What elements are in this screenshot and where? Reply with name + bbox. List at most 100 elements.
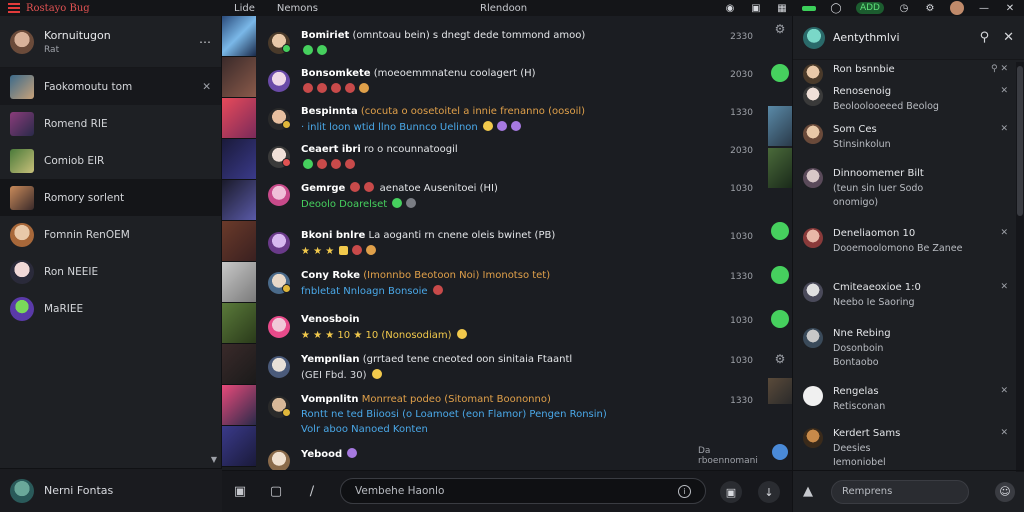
more-options-icon[interactable]: ⋯ xyxy=(199,35,211,49)
reaction-icon[interactable] xyxy=(347,448,358,458)
profile-avatar[interactable] xyxy=(10,29,34,54)
activity-item[interactable]: Renosenoig Beoloolooeeed Beolog ✕ xyxy=(803,86,1008,112)
lock-icon[interactable]: ▣ xyxy=(750,2,762,14)
activity-item[interactable]: Rengelas Retisconan ✕ xyxy=(803,386,1008,412)
conversation-item[interactable]: Ron NEEIE xyxy=(0,253,221,290)
link-icon[interactable]: ∕ xyxy=(294,484,330,499)
emoji-icon[interactable]: ☺ xyxy=(995,481,1015,502)
emoji-icon[interactable] xyxy=(510,121,521,131)
image-preview[interactable] xyxy=(768,106,792,146)
close-icon[interactable]: ✕ xyxy=(1000,282,1008,292)
conversation-item[interactable]: Romend RIE xyxy=(0,105,221,142)
reaction-icon[interactable] xyxy=(303,45,313,55)
reaction-icon[interactable] xyxy=(331,83,341,93)
settings-icon[interactable]: ⚙ xyxy=(924,2,936,14)
panel-reply-input[interactable]: Remprens xyxy=(831,479,969,504)
thumbnail[interactable] xyxy=(222,262,256,303)
grid-icon[interactable]: ▦ xyxy=(776,2,788,14)
image-preview[interactable] xyxy=(768,378,792,404)
reaction-icon[interactable] xyxy=(366,245,377,255)
close-icon[interactable]: ✕ xyxy=(1000,386,1008,396)
chat-message[interactable]: Gemrge aenatoe Ausenitoei (HI) Deoolo Do… xyxy=(268,182,763,210)
menu-item-1[interactable]: Lide xyxy=(234,3,255,14)
thumbnail[interactable] xyxy=(222,344,256,385)
thumbnail[interactable] xyxy=(222,139,256,180)
reaction-icon[interactable] xyxy=(359,83,369,93)
reaction-icon[interactable] xyxy=(392,198,403,208)
thumbnail[interactable] xyxy=(222,57,256,98)
search-icon[interactable]: ⚲ xyxy=(991,64,998,74)
message-input[interactable]: Vembehe Haonlo i xyxy=(340,478,706,504)
thumbnail[interactable] xyxy=(222,180,256,221)
camera-icon[interactable]: ▢ xyxy=(258,484,294,499)
thumbnail[interactable] xyxy=(222,385,256,426)
thumbnail[interactable] xyxy=(222,303,256,344)
reaction-icon[interactable] xyxy=(406,198,417,208)
reaction-icon[interactable] xyxy=(432,285,443,295)
chat-message[interactable]: Vompnlitn Monrreat podeo (Sitomant Boono… xyxy=(268,394,763,435)
panel-scrollbar[interactable] xyxy=(1016,62,1024,472)
activity-item[interactable]: Cmiteaeoxioe 1:0 Neebo Ie Saoring ✕ xyxy=(803,282,1008,308)
image-preview[interactable] xyxy=(768,148,792,188)
conversation-item[interactable]: Comiob EIR xyxy=(0,142,221,179)
sticker-icon[interactable]: ▣ xyxy=(720,481,742,503)
smile-emoji-icon[interactable] xyxy=(482,121,493,131)
status-ok-icon[interactable] xyxy=(771,222,789,240)
status-ok-icon[interactable] xyxy=(771,266,789,284)
globe-icon[interactable] xyxy=(772,444,788,460)
chat-message[interactable]: Ceaert ibri ro o ncounnatoogil 2030 xyxy=(268,144,763,171)
conversation-item-active[interactable]: Romory sorlent xyxy=(0,179,221,216)
add-pill-button[interactable]: ADD xyxy=(855,2,884,14)
activity-item[interactable]: Dinnoomemer Bilt (teun sin Iuer Sodo ono… xyxy=(803,168,1008,208)
thumbnail[interactable] xyxy=(222,426,256,467)
reaction-icon[interactable] xyxy=(317,45,327,55)
smile-emoji-icon[interactable] xyxy=(456,329,467,339)
activity-item[interactable]: Ron bsnnbie ⚲ ✕ xyxy=(803,64,1008,84)
activity-item[interactable]: Deneliaomon 10 Dooemoolomono Be Zanee ✕ xyxy=(803,228,1008,254)
attach-image-icon[interactable]: ▣ xyxy=(222,484,258,499)
chat-message[interactable]: Bkoni bnlre La aoganti rn cnene oleis bw… xyxy=(268,230,763,257)
close-window-icon[interactable]: ✕ xyxy=(1004,2,1016,14)
thumbnail[interactable] xyxy=(222,98,256,139)
reaction-icon[interactable] xyxy=(350,182,361,192)
scrollbar-thumb[interactable] xyxy=(1017,66,1023,216)
reaction-icon[interactable] xyxy=(303,159,313,169)
close-icon[interactable]: ✕ xyxy=(1000,124,1008,134)
conversation-item[interactable]: Fomnin RenOEM xyxy=(0,216,221,253)
close-icon[interactable]: ✕ xyxy=(1000,86,1008,96)
footer-avatar[interactable] xyxy=(10,478,34,503)
close-icon[interactable]: ✕ xyxy=(1000,228,1008,238)
chat-message[interactable]: Bonsomkete (moeoemmnatenu coolagert (H) … xyxy=(268,68,763,95)
reaction-icon[interactable] xyxy=(352,245,363,255)
scroll-down-icon[interactable]: ▼ xyxy=(211,455,217,464)
activity-item[interactable]: Nne Rebing Dosonboin Bontaobo xyxy=(803,328,1008,368)
minimize-icon[interactable]: — xyxy=(978,2,990,14)
chat-message[interactable]: Bomiriet (omntoau bein) s dnegt dede tom… xyxy=(268,30,763,57)
conversation-item[interactable]: MaRIEE xyxy=(0,290,221,327)
send-icon[interactable]: ↓ xyxy=(758,481,780,503)
user-avatar[interactable] xyxy=(950,1,964,15)
close-icon[interactable]: ✕ xyxy=(1000,428,1008,438)
chat-message[interactable]: Yebood xyxy=(268,448,763,472)
close-conversation-icon[interactable]: ✕ xyxy=(202,81,211,93)
gear-icon[interactable]: ⚙ xyxy=(768,22,792,46)
activity-item[interactable]: Som Ces Stinsinkolun ✕ xyxy=(803,124,1008,150)
thumbnail[interactable] xyxy=(222,221,256,262)
reaction-icon[interactable] xyxy=(364,182,375,192)
chat-message[interactable]: Bespinnta (cocuta o oosetoitel a innie f… xyxy=(268,106,763,133)
chat-message[interactable]: Venosboin ★ ★ ★ 10 ★ 10 (Nonosodiam) 103… xyxy=(268,314,763,341)
status-ok-icon[interactable] xyxy=(771,64,789,82)
info-icon[interactable]: i xyxy=(678,484,691,498)
menu-item-2[interactable]: Nemons xyxy=(277,3,318,14)
close-icon[interactable]: ✕ xyxy=(1000,64,1008,74)
gear-icon[interactable]: ⚙ xyxy=(768,352,792,376)
clock-icon[interactable]: ◷ xyxy=(898,2,910,14)
timer-icon[interactable]: ◯ xyxy=(830,2,842,14)
reaction-icon[interactable] xyxy=(317,83,327,93)
reaction-icon[interactable] xyxy=(331,159,341,169)
reaction-icon[interactable] xyxy=(317,159,327,169)
notification-icon[interactable]: ◉ xyxy=(724,2,736,14)
close-icon[interactable]: ✕ xyxy=(1003,30,1014,45)
reaction-icon[interactable] xyxy=(303,83,313,93)
thumbnail[interactable] xyxy=(222,16,256,57)
